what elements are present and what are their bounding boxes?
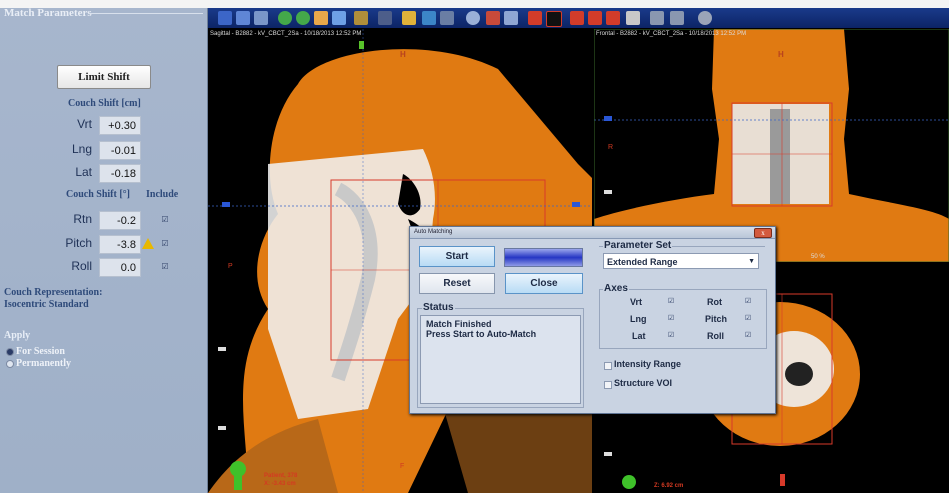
split-view-icon[interactable] bbox=[486, 11, 500, 25]
undo-icon[interactable] bbox=[332, 11, 346, 25]
include-label: Include bbox=[146, 189, 179, 200]
lng-value-field[interactable]: -0.01 bbox=[99, 141, 141, 160]
intensity-range-checkbox[interactable] bbox=[604, 362, 612, 370]
overlay-icon[interactable] bbox=[402, 11, 416, 25]
apply-label: Apply bbox=[4, 330, 31, 341]
match-parameters-panel: Match Parameters Limit Shift Couch Shift… bbox=[0, 7, 208, 493]
palette-icon[interactable] bbox=[698, 11, 712, 25]
axis-vrt-label: Vrt bbox=[630, 297, 643, 307]
warning-icon bbox=[142, 238, 154, 249]
zoom-in-icon[interactable] bbox=[278, 11, 292, 25]
structure-voi-checkbox[interactable] bbox=[604, 381, 612, 389]
close-button[interactable]: Close bbox=[505, 273, 583, 294]
save-icon[interactable] bbox=[218, 11, 232, 25]
vrt-value-field[interactable]: +0.30 bbox=[99, 116, 141, 135]
vrt-label: Vrt bbox=[77, 117, 92, 131]
axis-rot-label: Rot bbox=[707, 297, 722, 307]
scale-icon[interactable] bbox=[440, 11, 454, 25]
chevron-down-icon: ▼ bbox=[748, 258, 755, 265]
for-session-radio[interactable] bbox=[6, 348, 14, 356]
axis-roll-checkbox[interactable]: ☑ bbox=[744, 332, 752, 340]
lng-label: Lng bbox=[71, 142, 92, 156]
couch-shift-cm-label: Couch Shift [cm] bbox=[68, 98, 141, 109]
rtn-value-field[interactable]: -0.2 bbox=[99, 211, 141, 230]
status-line-1: Match Finished bbox=[426, 319, 492, 329]
frontal-left-marker: R bbox=[608, 144, 614, 151]
permanently-label: Permanently bbox=[16, 358, 71, 369]
window-level-icon[interactable] bbox=[236, 11, 250, 25]
contrast-icon[interactable] bbox=[254, 11, 268, 25]
layout-1-icon[interactable] bbox=[528, 11, 542, 25]
intensity-range-label: Intensity Range bbox=[614, 359, 682, 369]
zoom-out-icon[interactable] bbox=[296, 11, 310, 25]
crosshair-icon[interactable] bbox=[378, 11, 392, 25]
axis-lng-label: Lng bbox=[630, 314, 647, 324]
dialog-title: Auto Matching bbox=[414, 229, 453, 235]
rtn-label: Rtn bbox=[73, 212, 92, 226]
start-button[interactable]: Start bbox=[419, 246, 495, 267]
frontal-header: Frontal - B2882 - kV_CBCT_2Sa - 10/18/20… bbox=[596, 31, 747, 37]
x-readout: X: -3.43 cm bbox=[264, 481, 296, 487]
axis-vrt-checkbox[interactable]: ☑ bbox=[667, 298, 675, 306]
pan-hand-icon[interactable] bbox=[314, 11, 328, 25]
for-session-label: For Session bbox=[16, 346, 65, 357]
layout-2-icon[interactable] bbox=[546, 11, 562, 27]
couch-shift-deg-label: Couch Shift [°] bbox=[66, 189, 131, 200]
couch-representation-label: Couch Representation: bbox=[4, 287, 103, 298]
roll-label: Roll bbox=[71, 259, 92, 273]
axis-lat-checkbox[interactable]: ☑ bbox=[667, 332, 675, 340]
axis-lng-checkbox[interactable]: ☑ bbox=[667, 315, 675, 323]
structure-voi-label: Structure VOI bbox=[614, 378, 673, 388]
frontal-top-marker: H bbox=[778, 50, 784, 59]
axis-roll-label: Roll bbox=[707, 331, 724, 341]
layout-6-icon[interactable] bbox=[626, 11, 640, 25]
info-icon[interactable] bbox=[466, 11, 480, 25]
lat-label: Lat bbox=[75, 165, 92, 179]
lat-value-field[interactable]: -0.18 bbox=[99, 164, 141, 183]
pitch-value-field[interactable]: -3.8 bbox=[99, 235, 141, 254]
dialog-title-bar[interactable]: Auto Matching x bbox=[410, 227, 775, 239]
zoom-readout: 50 % bbox=[811, 254, 825, 260]
axis-rot-checkbox[interactable]: ☑ bbox=[744, 298, 752, 306]
match-icon[interactable] bbox=[422, 11, 436, 25]
pitch-label: Pitch bbox=[65, 236, 92, 250]
pointer-icon[interactable] bbox=[670, 11, 684, 25]
axes-label: Axes bbox=[603, 283, 629, 294]
layout-3-icon[interactable] bbox=[570, 11, 584, 25]
pitch-include-checkbox[interactable]: ☑ bbox=[160, 239, 170, 249]
dialog-close-icon[interactable]: x bbox=[754, 228, 772, 238]
rtn-include-checkbox[interactable]: ☑ bbox=[160, 215, 170, 225]
parameter-set-value: Extended Range bbox=[607, 257, 678, 267]
reset-button[interactable]: Reset bbox=[419, 273, 495, 294]
z-readout: Z: 6.92 cm bbox=[654, 483, 684, 489]
sagittal-left-marker: P bbox=[228, 263, 233, 270]
axes-group bbox=[599, 289, 767, 349]
roll-value-field[interactable]: 0.0 bbox=[99, 258, 141, 277]
layout-5-icon[interactable] bbox=[606, 11, 620, 25]
approve-check-icon[interactable] bbox=[650, 11, 664, 25]
status-line-2: Press Start to Auto-Match bbox=[426, 329, 537, 339]
parameter-set-label: Parameter Set bbox=[603, 240, 673, 251]
parameter-set-select[interactable]: Extended Range ▼ bbox=[603, 253, 759, 269]
axis-pitch-label: Pitch bbox=[705, 314, 728, 324]
status-group-label: Status bbox=[422, 302, 455, 313]
limit-shift-button[interactable]: Limit Shift bbox=[57, 65, 151, 89]
axis-lat-label: Lat bbox=[632, 331, 646, 341]
layout-4-icon[interactable] bbox=[588, 11, 602, 25]
roll-include-checkbox[interactable]: ☑ bbox=[160, 262, 170, 272]
axis-pitch-checkbox[interactable]: ☑ bbox=[744, 315, 752, 323]
status-textbox: Match Finished Press Start to Auto-Match bbox=[420, 315, 581, 404]
title-divider bbox=[88, 13, 203, 14]
sagittal-header: Sagittal - B2882 - kV_CBCT_2Sa - 10/18/2… bbox=[210, 31, 362, 37]
viewer-toolbar bbox=[208, 8, 949, 29]
blend-icon[interactable] bbox=[504, 11, 518, 25]
patient-readout: Patient, 378 bbox=[264, 473, 298, 479]
couch-representation-value: Isocentric Standard bbox=[4, 299, 89, 310]
ruler-icon[interactable] bbox=[354, 11, 368, 25]
permanently-radio[interactable] bbox=[6, 360, 14, 368]
panel-title: Match Parameters bbox=[4, 7, 92, 19]
sagittal-bottom-marker: F bbox=[400, 463, 405, 470]
match-progress-bar bbox=[504, 248, 583, 267]
sagittal-top-marker: H bbox=[400, 50, 406, 59]
